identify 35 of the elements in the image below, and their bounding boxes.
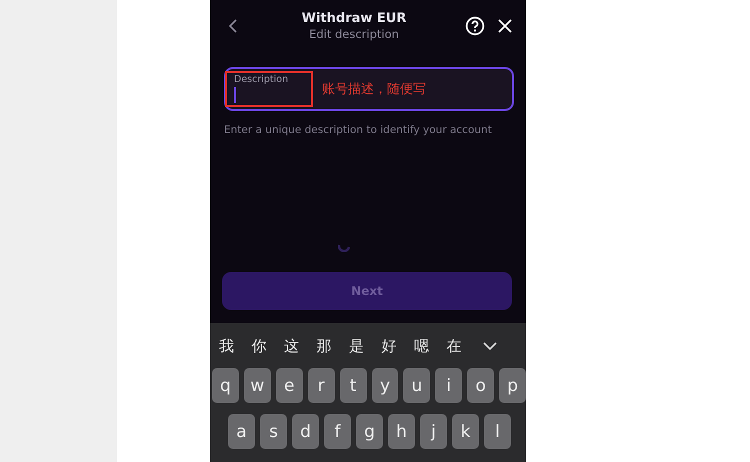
keyboard-key[interactable]: g <box>356 414 383 449</box>
screen-title: Withdraw EUR <box>302 11 406 26</box>
keyboard-key[interactable]: o <box>467 368 494 403</box>
keyboard-key[interactable]: u <box>403 368 430 403</box>
text-cursor <box>234 87 236 103</box>
keyboard-key[interactable]: l <box>484 414 511 449</box>
candidate-word[interactable]: 好 <box>382 336 414 356</box>
keyboard-key[interactable]: w <box>244 368 271 403</box>
screen-subtitle: Edit description <box>309 27 399 41</box>
loading-spinner-icon <box>338 244 350 252</box>
candidate-word[interactable]: 那 <box>316 336 349 356</box>
candidate-word[interactable]: 在 <box>446 336 479 356</box>
keyboard-key[interactable]: t <box>340 368 367 403</box>
keyboard-key[interactable]: q <box>212 368 239 403</box>
candidate-word[interactable]: 你 <box>252 336 284 356</box>
keyboard-key[interactable]: f <box>324 414 351 449</box>
keyboard-key[interactable]: i <box>435 368 462 403</box>
keyboard-key[interactable]: r <box>308 368 335 403</box>
keyboard-key[interactable]: p <box>499 368 526 403</box>
candidate-word[interactable]: 我 <box>219 336 252 356</box>
keyboard-key[interactable]: h <box>388 414 415 449</box>
keyboard-key[interactable]: e <box>276 368 303 403</box>
helper-text: Enter a unique description to identify your account <box>224 124 493 136</box>
candidate-word[interactable]: 这 <box>284 336 316 356</box>
help-icon[interactable] <box>464 15 486 37</box>
keyboard-key[interactable]: d <box>292 414 319 449</box>
keyboard-key[interactable]: j <box>420 414 447 449</box>
keyboard-key[interactable]: a <box>228 414 255 449</box>
annotation-text: 账号描述，随便写 <box>322 81 426 98</box>
keyboard-key[interactable]: s <box>260 414 287 449</box>
keyboard-key[interactable]: k <box>452 414 479 449</box>
candidate-word[interactable]: 是 <box>349 336 382 356</box>
description-field[interactable]: Description 账号描述，随便写 <box>224 67 514 111</box>
keyboard-key[interactable]: y <box>372 368 398 403</box>
candidate-word[interactable]: 嗯 <box>414 336 446 356</box>
